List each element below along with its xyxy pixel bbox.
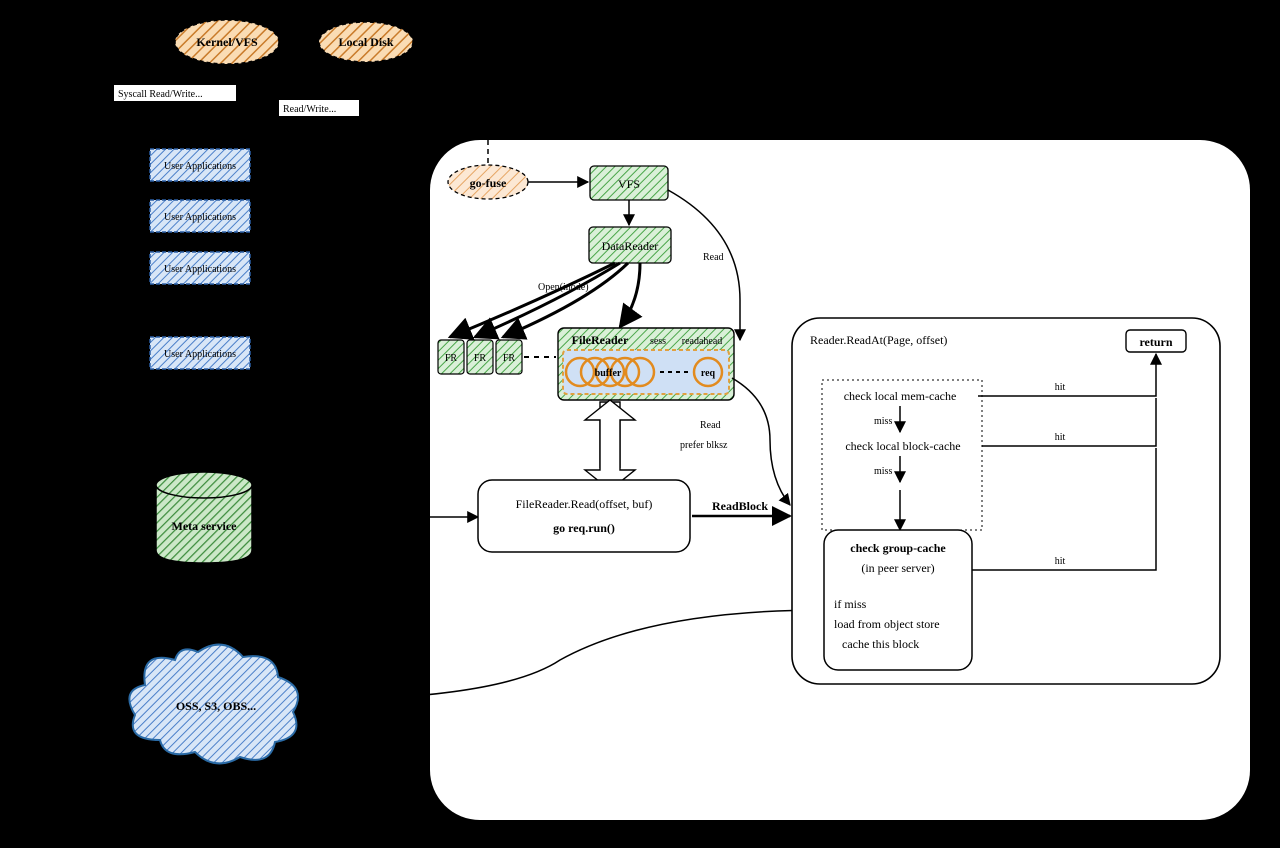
check-mem-label: check local mem-cache xyxy=(844,389,957,403)
hit2-label: hit xyxy=(1055,432,1066,443)
filereader-box: FileReader sess readahead buffer req xyxy=(558,328,734,400)
svg-text:Read/Write...: Read/Write... xyxy=(283,104,336,115)
fr-box-2: FR xyxy=(496,340,522,374)
svg-text:FR: FR xyxy=(445,353,458,364)
userapp-2: User Applications xyxy=(150,252,250,284)
svg-text:OSS, S3, OBS...: OSS, S3, OBS... xyxy=(176,699,256,713)
check-block-label: check local block-cache xyxy=(845,439,960,453)
syscall-label-box: Syscall Read/Write... xyxy=(114,85,236,101)
svg-text:sess: sess xyxy=(650,336,666,347)
svg-text:FileReader.Read(offset, buf): FileReader.Read(offset, buf) xyxy=(516,497,653,511)
svg-text:check group-cache: check group-cache xyxy=(850,541,946,555)
vfs-box: VFS xyxy=(590,166,668,200)
svg-text:load from object store: load from object store xyxy=(834,617,940,631)
svg-text:readahead: readahead xyxy=(682,336,723,347)
svg-text:go req.run(): go req.run() xyxy=(553,521,615,535)
filereader-read-box: FileReader.Read(offset, buf) go req.run(… xyxy=(478,480,690,552)
svg-text:return: return xyxy=(1139,335,1172,349)
datareader-box: DataReader xyxy=(589,227,671,263)
go-fuse-ellipse: go-fuse xyxy=(448,165,528,199)
svg-text:VFS: VFS xyxy=(618,177,640,191)
svg-text:Reader.ReadAt(Page, offset): Reader.ReadAt(Page, offset) xyxy=(810,333,947,347)
svg-text:go-fuse: go-fuse xyxy=(470,176,507,190)
userapp-tick-1: › xyxy=(260,207,265,223)
svg-text:FR: FR xyxy=(474,353,487,364)
object-store-cloud: OSS, S3, OBS... xyxy=(129,645,298,764)
miss2-label: miss xyxy=(874,466,892,477)
prefer-blksz-label: prefer blksz xyxy=(680,440,728,451)
check-group-box: check group-cache (in peer server) if mi… xyxy=(824,530,972,670)
fr-box-1: FR xyxy=(467,340,493,374)
svg-text:FileReader: FileReader xyxy=(572,333,629,347)
hit1-label: hit xyxy=(1055,382,1066,393)
svg-text:User Applications: User Applications xyxy=(164,161,236,172)
svg-text:Meta service: Meta service xyxy=(172,519,238,533)
kernel-vfs-ellipse: Kernel/VFS xyxy=(175,20,279,64)
read-label: Read xyxy=(703,252,724,263)
svg-text:User Applications: User Applications xyxy=(164,349,236,360)
readwrite-label-box: Read/Write... xyxy=(279,100,359,116)
local-disk-label: Local Disk xyxy=(338,35,393,49)
svg-text:Syscall Read/Write...: Syscall Read/Write... xyxy=(118,89,203,100)
kernel-vfs-label: Kernel/VFS xyxy=(196,35,258,49)
svg-text:FR: FR xyxy=(503,353,516,364)
svg-text:(in peer server): (in peer server) xyxy=(861,561,934,575)
userapp-1: User Applications xyxy=(150,200,250,232)
svg-text:cache this block: cache this block xyxy=(842,637,919,651)
svg-text:if miss: if miss xyxy=(834,597,867,611)
userapp-tick-2: ‹ xyxy=(268,482,273,498)
svg-text:DataReader: DataReader xyxy=(602,239,659,253)
readblock-label: ReadBlock xyxy=(712,499,768,513)
svg-text:User Applications: User Applications xyxy=(164,264,236,275)
svg-text:buffer: buffer xyxy=(595,368,622,379)
svg-text:req: req xyxy=(701,368,716,379)
userapp-0: User Applications xyxy=(150,149,250,181)
userapp-3: User Applications xyxy=(150,337,250,369)
svg-text:User Applications: User Applications xyxy=(164,212,236,223)
miss1-label: miss xyxy=(874,416,892,427)
fr-box-0: FR xyxy=(438,340,464,374)
return-box: return xyxy=(1126,330,1186,352)
hit3-label: hit xyxy=(1055,556,1066,567)
read2-label: Read xyxy=(700,420,721,431)
meta-service-cylinder: Meta service xyxy=(156,472,252,563)
local-disk-ellipse: Local Disk xyxy=(319,22,413,62)
